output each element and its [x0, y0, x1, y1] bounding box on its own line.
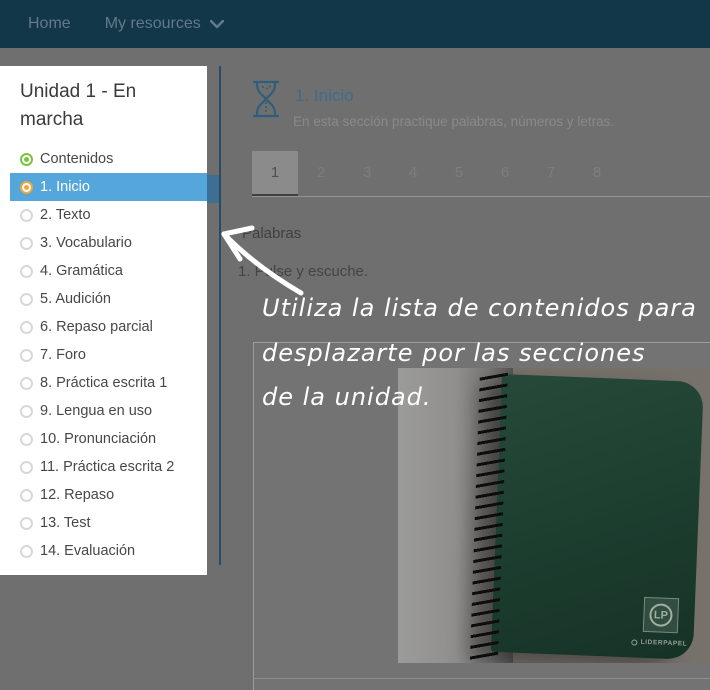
- content-left-border: [219, 66, 221, 565]
- sidebar-item-label: 6. Repaso parcial: [40, 319, 153, 335]
- radio-empty-icon: [20, 237, 33, 250]
- sidebar-item-label: 3. Vocabulario: [40, 235, 132, 251]
- page-tab-5[interactable]: 5: [436, 151, 482, 197]
- page-tab-2[interactable]: 2: [298, 151, 344, 197]
- hourglass-icon: [250, 80, 282, 118]
- radio-empty-icon: [20, 349, 33, 362]
- sidebar-item-label: 9. Lengua en uso: [40, 403, 152, 419]
- page-tab-4[interactable]: 4: [390, 151, 436, 197]
- sidebar-item-gramatica[interactable]: 4. Gramática: [0, 257, 207, 285]
- sidebar-item-inicio[interactable]: 1. Inicio: [10, 173, 207, 201]
- sidebar-item-label: 4. Gramática: [40, 263, 123, 279]
- sidebar-item-label: Contenidos: [40, 151, 113, 167]
- radio-empty-icon: [20, 433, 33, 446]
- radio-empty-icon: [20, 461, 33, 474]
- sidebar-item-lengua-en-uso[interactable]: 9. Lengua en uso: [0, 397, 207, 425]
- notebook-logo-initials: LP: [649, 603, 673, 627]
- nav-home[interactable]: Home: [28, 15, 71, 33]
- page-tabs: 1 2 3 4 5 6 7 8: [252, 151, 620, 197]
- nav-my-resources-label: My resources: [105, 15, 201, 33]
- sidebar-item-contenidos[interactable]: Contenidos: [0, 145, 207, 173]
- sidebar-item-label: 8. Práctica escrita 1: [40, 375, 167, 391]
- radio-selected-icon: [20, 153, 33, 166]
- sidebar-item-label: 11. Práctica escrita 2: [40, 459, 174, 475]
- sidebar-item-test[interactable]: 13. Test: [0, 509, 207, 537]
- radio-empty-icon: [20, 265, 33, 278]
- active-item-dim-strip: [207, 175, 219, 203]
- sidebar-item-evaluacion[interactable]: 14. Evaluación: [0, 537, 207, 565]
- exercise-box-divider: [253, 678, 710, 679]
- sidebar-item-label: 1. Inicio: [40, 179, 90, 195]
- sidebar-item-label: 5. Audición: [40, 291, 111, 307]
- radio-empty-icon: [20, 517, 33, 530]
- tour-arrow-icon: [208, 212, 318, 304]
- nav-home-label: Home: [28, 15, 71, 33]
- sidebar-item-practica-escrita-2[interactable]: 11. Práctica escrita 2: [0, 453, 207, 481]
- page-tab-7[interactable]: 7: [528, 151, 574, 197]
- sidebar-item-label: 12. Repaso: [40, 487, 114, 503]
- tour-text-line-2: desplazarte por las secciones: [262, 339, 646, 367]
- nav-my-resources[interactable]: My resources: [105, 15, 224, 33]
- radio-empty-icon: [20, 321, 33, 334]
- chevron-down-icon: [210, 20, 224, 29]
- notebook-cover: LP LIDERPAPEL: [491, 374, 704, 660]
- notebook-logo-icon: LP: [643, 597, 679, 633]
- sidebar-item-repaso-parcial[interactable]: 6. Repaso parcial: [0, 313, 207, 341]
- page: Home My resources 1. Inicio En esta secc…: [0, 0, 710, 690]
- page-tab-8[interactable]: 8: [574, 151, 620, 197]
- radio-empty-icon: [20, 489, 33, 502]
- sidebar-item-vocabulario[interactable]: 3. Vocabulario: [0, 229, 207, 257]
- sidebar-item-label: 2. Texto: [40, 207, 91, 223]
- radio-empty-icon: [20, 377, 33, 390]
- sidebar-item-label: 14. Evaluación: [40, 543, 135, 559]
- sidebar-item-pronunciacion[interactable]: 10. Pronunciación: [0, 425, 207, 453]
- radio-current-icon: [20, 181, 33, 194]
- radio-empty-icon: [20, 209, 33, 222]
- page-tab-3[interactable]: 3: [344, 151, 390, 197]
- radio-empty-icon: [20, 293, 33, 306]
- top-nav: Home My resources: [0, 0, 710, 48]
- unit-title: Unidad 1 - En marcha: [20, 78, 195, 133]
- notebook-brand: LIDERPAPEL: [632, 638, 688, 647]
- page-tab-6[interactable]: 6: [482, 151, 528, 197]
- sidebar-item-foro[interactable]: 7. Foro: [0, 341, 207, 369]
- tabs-divider: [252, 196, 710, 197]
- page-tab-1[interactable]: 1: [252, 151, 298, 197]
- radio-empty-icon: [20, 405, 33, 418]
- section-header: 1. Inicio: [250, 80, 354, 118]
- sidebar-item-practica-escrita-1[interactable]: 8. Práctica escrita 1: [0, 369, 207, 397]
- tour-text-line-3: de la unidad.: [262, 383, 432, 411]
- sidebar-item-audicion[interactable]: 5. Audición: [0, 285, 207, 313]
- brand-dot-icon: [632, 639, 638, 645]
- section-subtitle: En esta sección practique palabras, núme…: [293, 114, 614, 129]
- brand-label: LIDERPAPEL: [641, 639, 688, 648]
- contents-list: Contenidos 1. Inicio 2. Texto 3. Vocabul…: [0, 145, 207, 565]
- contents-sidebar: Unidad 1 - En marcha Contenidos 1. Inici…: [0, 66, 207, 575]
- notebook-photo[interactable]: LP LIDERPAPEL: [398, 368, 710, 663]
- tour-text-line-1: Utiliza la lista de contenidos para: [262, 294, 697, 322]
- sidebar-item-repaso[interactable]: 12. Repaso: [0, 481, 207, 509]
- sidebar-item-label: 7. Foro: [40, 347, 86, 363]
- radio-empty-icon: [20, 545, 33, 558]
- sidebar-item-label: 10. Pronunciación: [40, 431, 156, 447]
- sidebar-item-texto[interactable]: 2. Texto: [0, 201, 207, 229]
- sidebar-item-label: 13. Test: [40, 515, 91, 531]
